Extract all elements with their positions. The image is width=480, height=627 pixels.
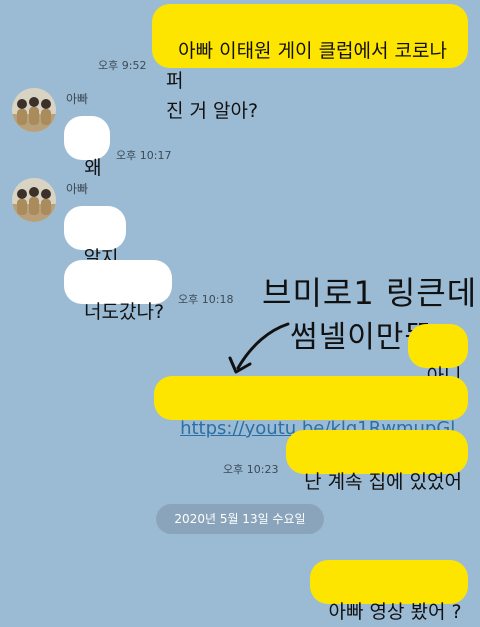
- sender-name: 아빠: [66, 92, 89, 106]
- their-message-bubble[interactable]: 왜: [64, 116, 110, 179]
- my-message-bubble[interactable]: 난 계속 집에 있었어: [286, 430, 468, 493]
- sender-avatar[interactable]: [12, 178, 56, 222]
- my-message-bubble[interactable]: 아빠 이태원 게이 클럽에서 코로나 퍼 진 거 알아?: [152, 4, 468, 122]
- handwritten-annotation-line1: 브미로1 링큰데: [262, 274, 478, 312]
- message-text: 너도갔나?: [84, 301, 165, 323]
- message-text: 아빠 이태원 게이 클럽에서 코로나 퍼 진 거 알아?: [166, 40, 447, 122]
- message-timestamp: 오후 10:18: [178, 293, 234, 306]
- their-message-bubble[interactable]: 너도갔나?: [64, 260, 172, 323]
- message-text: 왜: [84, 157, 102, 179]
- link-message-bubble[interactable]: https://youtu.be/klq1RwmupGl: [154, 376, 468, 439]
- my-message-bubble[interactable]: 아니: [408, 324, 468, 387]
- their-message-bubble[interactable]: 알지: [64, 206, 126, 269]
- message-text: 난 계속 집에 있었어: [304, 471, 463, 493]
- date-divider: 2020년 5월 13일 수요일: [156, 504, 324, 534]
- sender-avatar[interactable]: [12, 88, 56, 132]
- sender-name: 아빠: [66, 182, 89, 196]
- my-message-bubble[interactable]: 아빠 영상 봤어 ?: [310, 560, 468, 623]
- message-timestamp: 오후 9:52: [98, 59, 147, 72]
- message-text: 아빠 영상 봤어 ?: [328, 601, 462, 623]
- message-timestamp: 오후 10:23: [223, 463, 279, 476]
- message-timestamp: 오후 10:17: [116, 149, 172, 162]
- hand-drawn-arrow-icon: [228, 322, 290, 374]
- profile-photo-icon: [12, 178, 56, 222]
- profile-photo-icon: [12, 88, 56, 132]
